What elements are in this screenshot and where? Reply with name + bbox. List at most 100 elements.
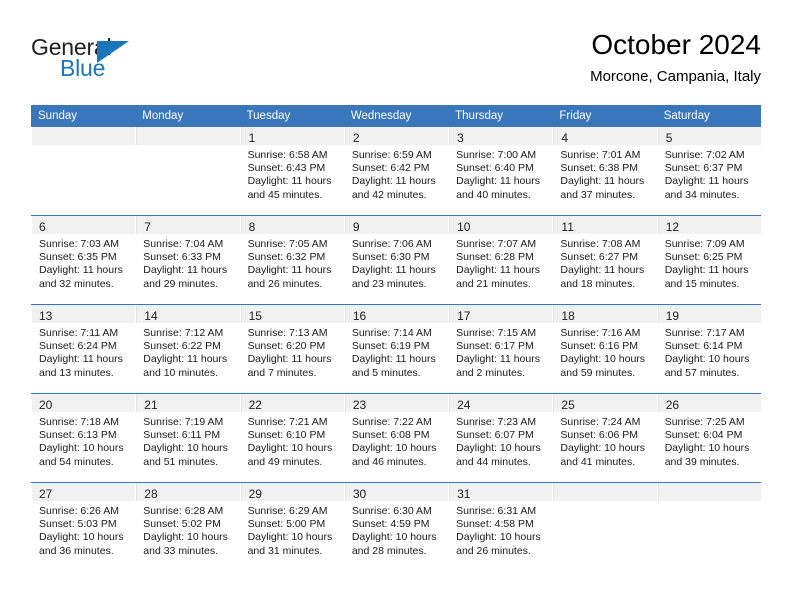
calendar-day-cell[interactable]: 1 Sunrise: 6:58 AM Sunset: 6:43 PM Daylight… [239,127,344,216]
calendar-day-cell[interactable]: 25 Sunrise: 7:24 AM Sunset: 6:06 PM Dayligh… [552,393,657,483]
sunset-text: Sunset: 6:08 PM [351,429,430,442]
page-header: General Blue October 2024 Morcone, Campa… [31,28,761,96]
day-number: 2 [352,131,360,145]
calendar-day-cell[interactable]: 29 Sunrise: 6:29 AM Sunset: 5:00 PM Dayligh… [239,482,344,571]
sun-info: Sunrise: 7:06 AM Sunset: 6:30 PM Daylight:… [345,234,448,291]
day-cell-inner: 11 Sunrise: 7:08 AM Sunset: 6:27 PM Dayligh… [552,216,657,304]
calendar-day-cell[interactable]: 6 Sunrise: 7:03 AM Sunset: 6:35 PM Daylight… [31,215,136,305]
calendar-cell-empty [31,127,136,216]
day-number-band: 21 [136,394,240,412]
day-cell-inner: 29 Sunrise: 6:29 AM Sunset: 5:00 PM Dayligh… [239,483,344,571]
sunset-text: Sunset: 6:19 PM [351,340,430,353]
calendar-day-cell[interactable]: 21 Sunrise: 7:19 AM Sunset: 6:11 PM Dayligh… [135,393,240,483]
calendar-day-cell[interactable]: 4 Sunrise: 7:01 AM Sunset: 6:38 PM Daylight… [552,127,657,216]
sunrise-text: Sunrise: 6:26 AM [39,505,119,517]
calendar-day-cell[interactable]: 23 Sunrise: 7:22 AM Sunset: 6:08 PM Dayligh… [343,393,449,483]
calendar-day-cell[interactable]: 24 Sunrise: 7:23 AM Sunset: 6:07 PM Dayligh… [448,393,553,483]
sunset-text: Sunset: 6:11 PM [143,429,221,442]
sun-info: Sunrise: 7:11 AM Sunset: 6:24 PM Daylight:… [32,323,135,380]
calendar-day-cell[interactable]: 30 Sunrise: 6:30 AM Sunset: 4:59 PM Dayligh… [343,482,449,571]
calendar-day-cell[interactable]: 20 Sunrise: 7:18 AM Sunset: 6:13 PM Dayligh… [31,393,136,483]
day-cell-inner: 16 Sunrise: 7:14 AM Sunset: 6:19 PM Dayligh… [343,305,449,393]
calendar-day-cell[interactable]: 16 Sunrise: 7:14 AM Sunset: 6:19 PM Dayligh… [343,304,449,394]
weekday-header-thursday: Thursday [448,105,553,127]
day-cell-inner: 8 Sunrise: 7:05 AM Sunset: 6:32 PM Daylight… [239,216,344,304]
day-cell-inner: 4 Sunrise: 7:01 AM Sunset: 6:38 PM Daylight… [552,127,657,215]
sunrise-text: Sunrise: 7:12 AM [143,327,224,339]
sun-info: Sunrise: 7:25 AM Sunset: 6:04 PM Daylight:… [658,412,761,469]
sunrise-text: Sunrise: 7:15 AM [456,327,537,339]
sunrise-text: Sunrise: 6:58 AM [247,149,328,161]
sun-info: Sunrise: 6:58 AM Sunset: 6:43 PM Daylight:… [241,145,344,202]
calendar-day-cell[interactable]: 15 Sunrise: 7:13 AM Sunset: 6:20 PM Dayligh… [239,304,344,394]
day-number: 28 [144,487,158,501]
daylight-text: Daylight: 10 hours and 39 minutes. [664,442,750,468]
calendar-day-cell[interactable]: 26 Sunrise: 7:25 AM Sunset: 6:04 PM Dayligh… [656,393,761,483]
sun-info: Sunrise: 7:04 AM Sunset: 6:33 PM Daylight:… [136,234,239,291]
calendar-day-cell[interactable]: 28 Sunrise: 6:28 AM Sunset: 5:02 PM Dayligh… [135,482,240,571]
calendar-day-cell[interactable]: 19 Sunrise: 7:17 AM Sunset: 6:14 PM Dayligh… [656,304,761,394]
calendar-day-cell[interactable]: 5 Sunrise: 7:02 AM Sunset: 6:37 PM Daylight… [656,127,761,216]
calendar-day-cell[interactable]: 8 Sunrise: 7:05 AM Sunset: 6:32 PM Daylight… [239,215,344,305]
sunrise-text: Sunrise: 7:08 AM [560,238,641,250]
sunrise-text: Sunrise: 7:05 AM [247,238,328,250]
day-number: 29 [248,487,262,501]
daylight-text: Daylight: 11 hours and 7 minutes. [247,353,332,379]
day-number-band: 8 [240,216,344,234]
generalblue-logo: General Blue [31,34,151,90]
sunset-text: Sunset: 6:43 PM [247,162,326,175]
sunrise-text: Sunrise: 6:28 AM [143,505,224,517]
calendar-day-cell[interactable]: 18 Sunrise: 7:16 AM Sunset: 6:16 PM Dayligh… [552,304,657,394]
daylight-text: Daylight: 10 hours and 36 minutes. [39,531,124,557]
sun-info: Sunrise: 6:29 AM Sunset: 5:00 PM Daylight:… [241,501,344,558]
calendar-day-cell[interactable]: 3 Sunrise: 7:00 AM Sunset: 6:40 PM Daylight… [448,127,553,216]
calendar-day-cell[interactable]: 2 Sunrise: 6:59 AM Sunset: 6:42 PM Daylight… [343,127,449,216]
day-number-band [136,127,240,145]
day-number: 18 [561,309,575,323]
calendar-day-cell[interactable]: 17 Sunrise: 7:15 AM Sunset: 6:17 PM Dayligh… [448,304,553,394]
day-number: 8 [248,220,256,234]
sun-info: Sunrise: 6:30 AM Sunset: 4:59 PM Daylight:… [345,501,448,558]
day-number: 16 [352,309,367,323]
day-cell-inner: 1 Sunrise: 6:58 AM Sunset: 6:43 PM Daylight… [239,127,344,215]
daylight-text: Daylight: 11 hours and 10 minutes. [143,353,228,379]
daylight-text: Daylight: 10 hours and 46 minutes. [351,442,437,468]
calendar-day-cell[interactable]: 13 Sunrise: 7:11 AM Sunset: 6:24 PM Dayligh… [31,304,136,394]
calendar-day-cell[interactable]: 31 Sunrise: 6:31 AM Sunset: 4:58 PM Dayligh… [448,482,553,571]
sunrise-text: Sunrise: 7:03 AM [39,238,119,250]
day-number: 4 [561,131,569,145]
daylight-text: Daylight: 11 hours and 21 minutes. [456,264,540,290]
sunset-text: Sunset: 6:24 PM [39,340,117,353]
daylight-text: Daylight: 10 hours and 33 minutes. [143,531,228,557]
day-cell-inner [552,483,657,571]
sun-info: Sunrise: 7:18 AM Sunset: 6:13 PM Daylight:… [32,412,135,469]
calendar-day-cell[interactable]: 27 Sunrise: 6:26 AM Sunset: 5:03 PM Dayligh… [31,482,136,571]
sunset-text: Sunset: 6:27 PM [560,251,639,264]
calendar-day-cell[interactable]: 10 Sunrise: 7:07 AM Sunset: 6:28 PM Dayligh… [448,215,553,305]
calendar-day-cell[interactable]: 12 Sunrise: 7:09 AM Sunset: 6:25 PM Dayligh… [656,215,761,305]
day-cell-inner: 20 Sunrise: 7:18 AM Sunset: 6:13 PM Dayligh… [31,394,136,482]
calendar-day-cell[interactable]: 14 Sunrise: 7:12 AM Sunset: 6:22 PM Dayligh… [135,304,240,394]
day-cell-inner: 21 Sunrise: 7:19 AM Sunset: 6:11 PM Dayligh… [135,394,240,482]
day-number: 1 [248,131,256,145]
sunset-text: Sunset: 6:32 PM [247,251,326,264]
calendar-day-cell[interactable]: 9 Sunrise: 7:06 AM Sunset: 6:30 PM Daylight… [343,215,449,305]
calendar-day-cell[interactable]: 7 Sunrise: 7:04 AM Sunset: 6:33 PM Daylight… [135,215,240,305]
day-number: 14 [144,309,158,323]
sun-info: Sunrise: 7:05 AM Sunset: 6:32 PM Daylight:… [241,234,344,291]
day-number-band: 16 [344,305,449,323]
day-number-band: 12 [657,216,761,234]
day-cell-inner: 18 Sunrise: 7:16 AM Sunset: 6:16 PM Dayligh… [552,305,657,393]
calendar-day-cell[interactable]: 11 Sunrise: 7:08 AM Sunset: 6:27 PM Dayligh… [552,215,657,305]
sun-info: Sunrise: 7:21 AM Sunset: 6:10 PM Daylight:… [241,412,344,469]
day-number: 23 [352,398,367,412]
sunset-text: Sunset: 4:59 PM [351,518,430,531]
sun-info: Sunrise: 7:17 AM Sunset: 6:14 PM Daylight:… [658,323,761,380]
day-cell-inner: 2 Sunrise: 6:59 AM Sunset: 6:42 PM Daylight… [343,127,449,215]
day-number: 20 [39,398,53,412]
sun-info: Sunrise: 6:28 AM Sunset: 5:02 PM Daylight:… [136,501,239,558]
day-cell-inner: 19 Sunrise: 7:17 AM Sunset: 6:14 PM Dayligh… [656,305,761,393]
sun-info: Sunrise: 7:23 AM Sunset: 6:07 PM Daylight:… [449,412,552,469]
calendar-day-cell[interactable]: 22 Sunrise: 7:21 AM Sunset: 6:10 PM Dayligh… [239,393,344,483]
day-number-band: 23 [344,394,449,412]
